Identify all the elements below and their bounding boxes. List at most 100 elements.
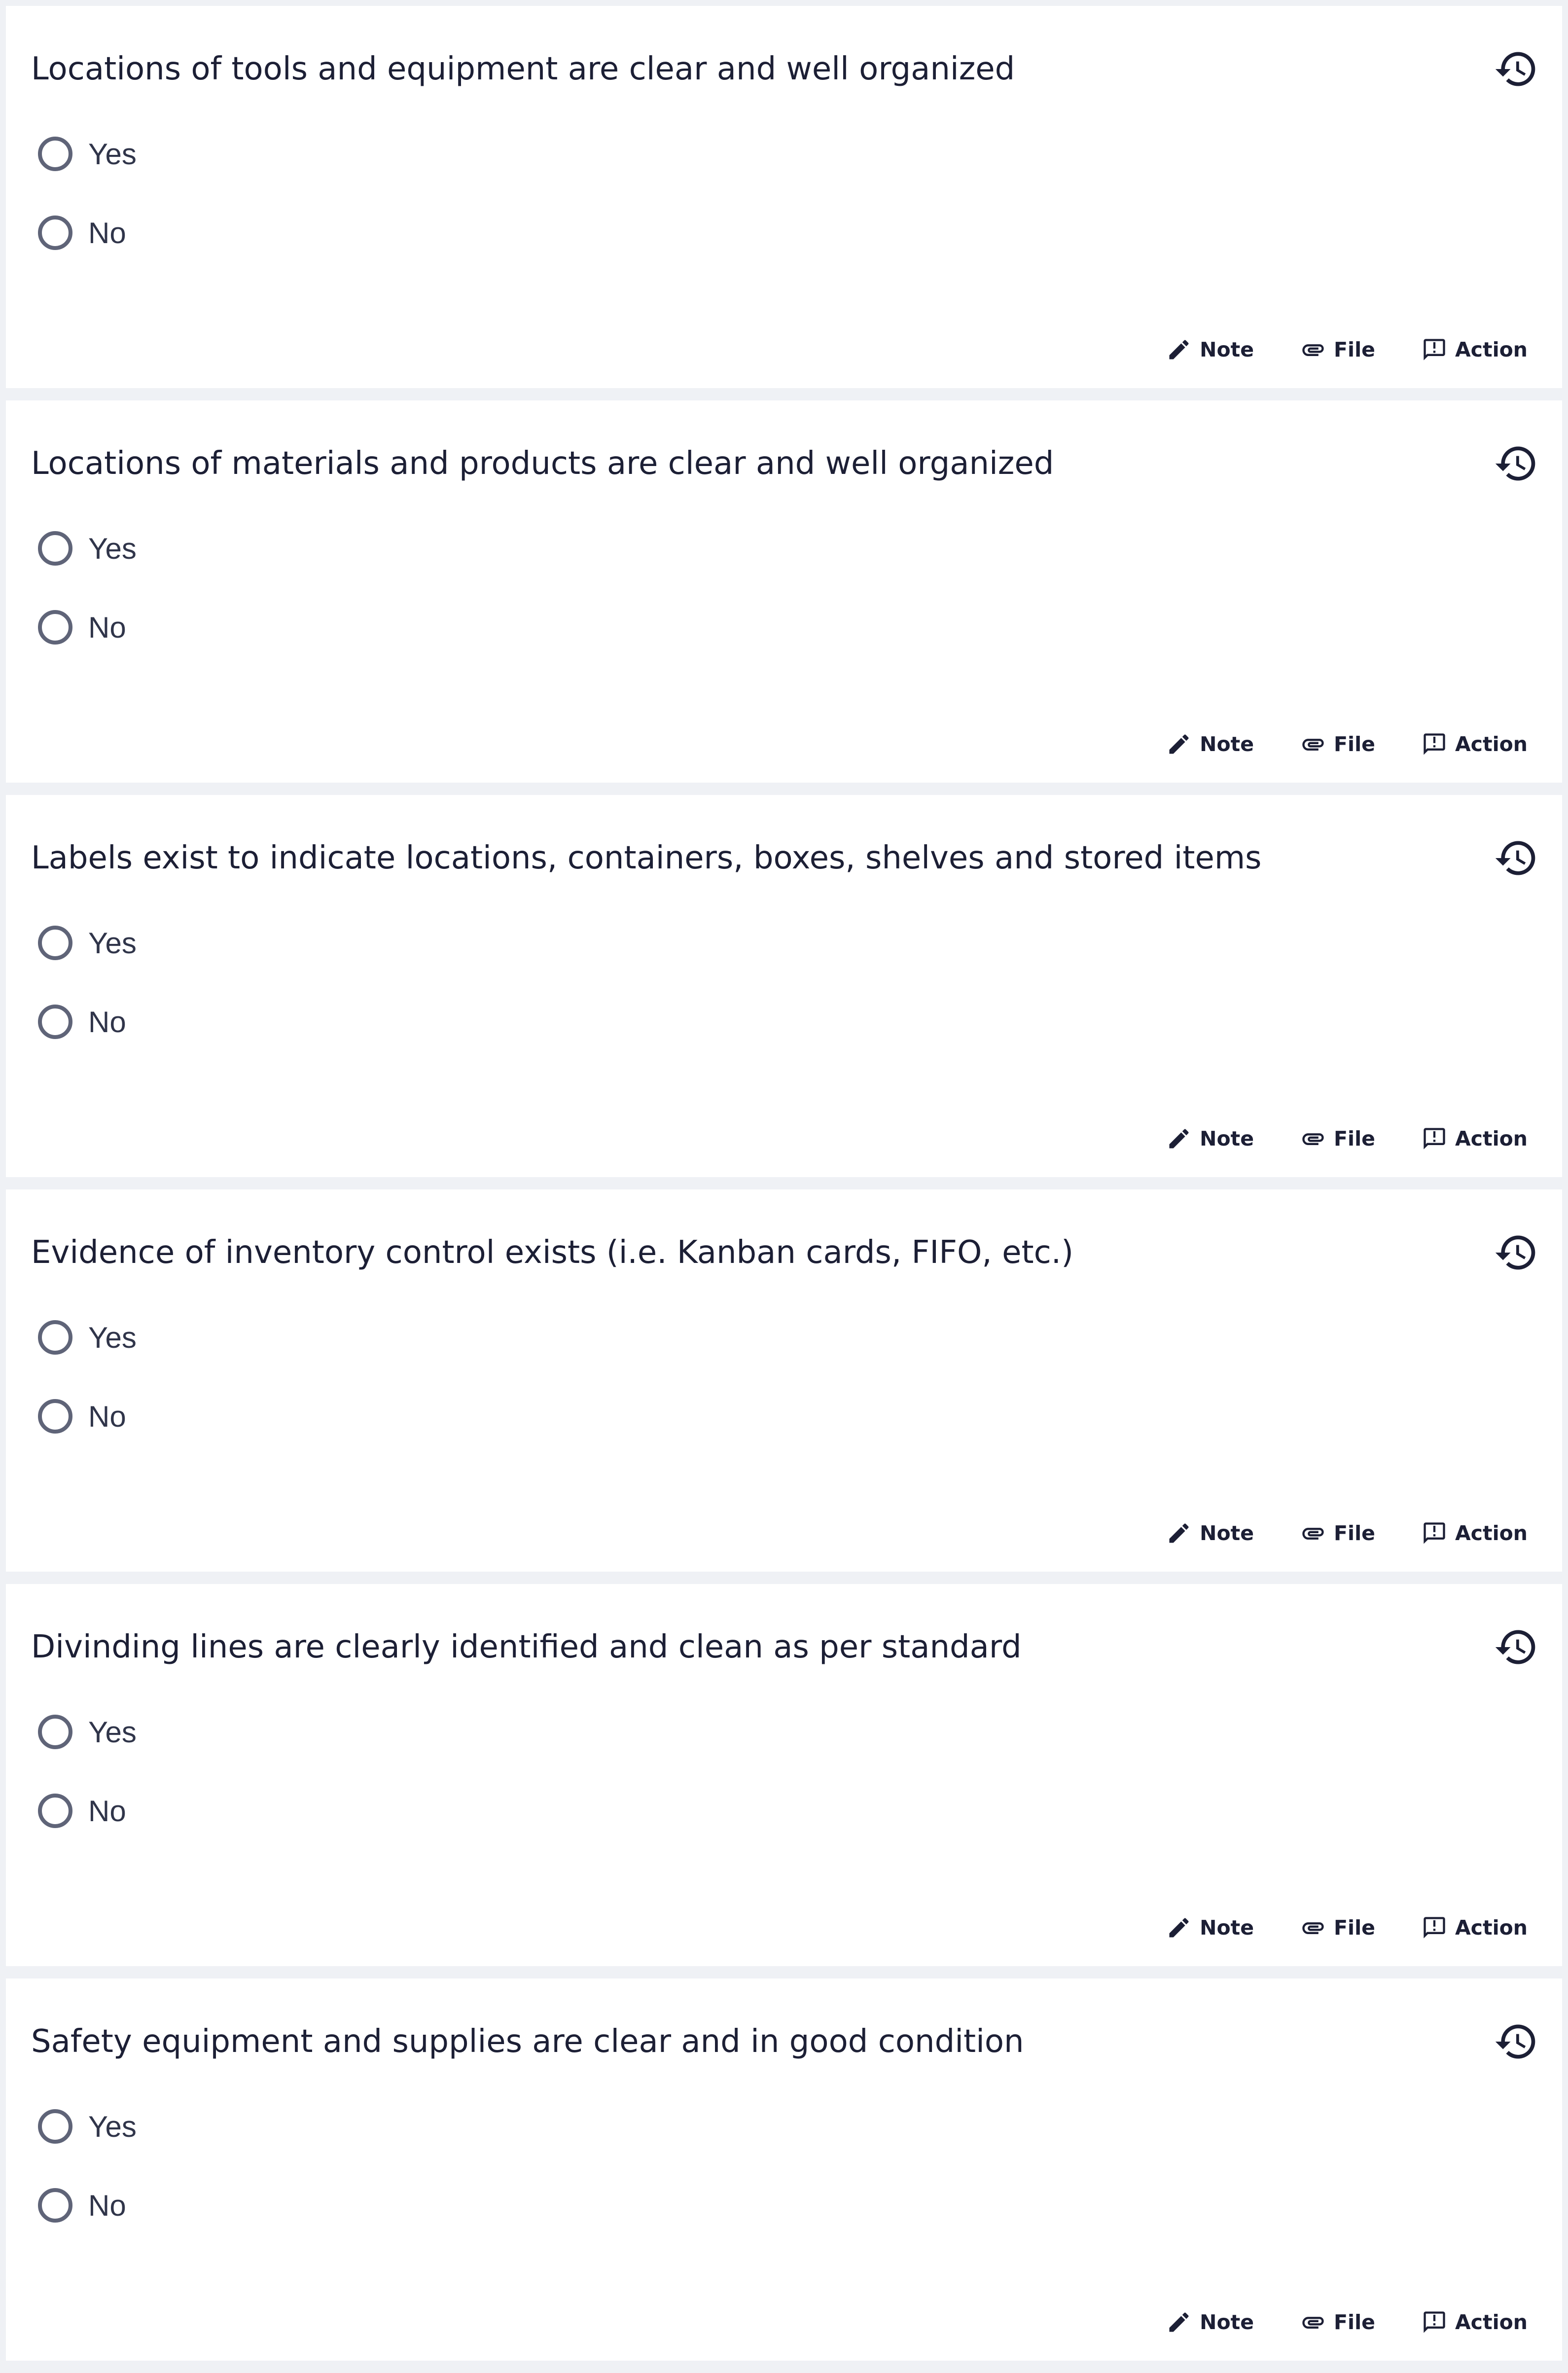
radio-button[interactable] (38, 137, 72, 171)
checklist: Locations of tools and equipment are cle… (6, 6, 1562, 2373)
radio-button[interactable] (38, 2188, 72, 2223)
option-label: No (88, 216, 126, 250)
option-label: Yes (88, 1715, 137, 1749)
option-yes[interactable]: Yes (38, 524, 137, 573)
action-button[interactable]: Action (1422, 1915, 1528, 1941)
feedback-icon (1424, 339, 1445, 360)
feedback-icon (1424, 2311, 1445, 2333)
option-yes[interactable]: Yes (38, 918, 137, 968)
file-button[interactable]: File (1300, 1915, 1375, 1941)
option-label: Yes (88, 137, 137, 171)
option-no[interactable]: No (38, 208, 126, 257)
history-icon (1495, 1630, 1535, 1664)
question-card: Locations of tools and equipment are cle… (6, 6, 1562, 388)
action-label: Action (1455, 1916, 1528, 1940)
note-button[interactable]: Note (1166, 2309, 1254, 2335)
option-no[interactable]: No (38, 603, 126, 652)
note-label: Note (1200, 1521, 1254, 1545)
action-label: Action (1455, 732, 1528, 756)
paperclip-icon (1302, 739, 1324, 751)
file-label: File (1334, 338, 1375, 361)
feedback-icon (1424, 1917, 1445, 1939)
note-label: Note (1200, 2310, 1254, 2334)
question-card: Labels exist to indicate locations, cont… (6, 795, 1562, 1177)
radio-button[interactable] (38, 2109, 72, 2144)
option-label: No (88, 1794, 126, 1828)
history-button[interactable] (1493, 2018, 1540, 2065)
feedback-icon (1424, 733, 1445, 755)
question-card: Locations of materials and products are … (6, 400, 1562, 783)
pencil-icon (1169, 340, 1189, 360)
card-actions: Note File Action (1166, 1906, 1528, 1950)
option-yes[interactable]: Yes (38, 129, 137, 179)
note-button[interactable]: Note (1166, 337, 1254, 362)
note-label: Note (1200, 1127, 1254, 1151)
radio-button[interactable] (38, 926, 72, 960)
file-button[interactable]: File (1300, 731, 1375, 757)
pencil-icon (1169, 1918, 1189, 1938)
option-label: No (88, 611, 126, 644)
file-button[interactable]: File (1300, 2309, 1375, 2335)
action-button[interactable]: Action (1422, 2309, 1528, 2335)
history-button[interactable] (1493, 1623, 1540, 1671)
file-button[interactable]: File (1300, 337, 1375, 362)
note-label: Note (1200, 338, 1254, 361)
option-label: Yes (88, 532, 137, 565)
action-button[interactable]: Action (1422, 1520, 1528, 1546)
pencil-icon (1169, 1523, 1189, 1543)
option-yes[interactable]: Yes (38, 2102, 137, 2151)
card-actions: Note File Action (1166, 1511, 1528, 1555)
history-button[interactable] (1493, 440, 1540, 487)
pencil-icon (1169, 1129, 1189, 1149)
file-label: File (1334, 1916, 1375, 1940)
option-yes[interactable]: Yes (38, 1313, 137, 1362)
radio-button[interactable] (38, 1005, 72, 1039)
radio-button[interactable] (38, 1399, 72, 1434)
history-icon (1495, 1235, 1535, 1270)
card-actions: Note File Action (1166, 2300, 1528, 2344)
question-card: Divinding lines are clearly identified a… (6, 1584, 1562, 1966)
file-button[interactable]: File (1300, 1520, 1375, 1546)
paperclip-icon (1302, 1922, 1324, 1934)
note-label: Note (1200, 1916, 1254, 1940)
option-yes[interactable]: Yes (38, 1707, 137, 1757)
note-button[interactable]: Note (1166, 1915, 1254, 1941)
option-label: Yes (88, 926, 137, 960)
note-button[interactable]: Note (1166, 731, 1254, 757)
feedback-icon (1424, 1522, 1445, 1544)
card-actions: Note File Action (1166, 722, 1528, 766)
question-text: Safety equipment and supplies are clear … (31, 2023, 1024, 2060)
radio-button[interactable] (38, 531, 72, 566)
radio-button[interactable] (38, 1320, 72, 1355)
radio-button[interactable] (38, 610, 72, 645)
action-label: Action (1455, 2310, 1528, 2334)
action-label: Action (1455, 1127, 1528, 1151)
radio-button[interactable] (38, 1794, 72, 1828)
action-button[interactable]: Action (1422, 337, 1528, 362)
note-button[interactable]: Note (1166, 1520, 1254, 1546)
question-text: Labels exist to indicate locations, cont… (31, 840, 1262, 876)
history-icon (1495, 2024, 1535, 2059)
file-button[interactable]: File (1300, 1126, 1375, 1151)
file-label: File (1334, 732, 1375, 756)
note-button[interactable]: Note (1166, 1126, 1254, 1151)
option-no[interactable]: No (38, 997, 126, 1046)
history-icon (1495, 841, 1535, 875)
option-no[interactable]: No (38, 1786, 126, 1835)
action-button[interactable]: Action (1422, 731, 1528, 757)
action-button[interactable]: Action (1422, 1126, 1528, 1151)
radio-button[interactable] (38, 1715, 72, 1749)
card-actions: Note File Action (1166, 327, 1528, 372)
option-no[interactable]: No (38, 1392, 126, 1441)
history-button[interactable] (1493, 45, 1540, 93)
action-label: Action (1455, 1521, 1528, 1545)
option-no[interactable]: No (38, 2181, 126, 2230)
pencil-icon (1169, 2312, 1189, 2332)
radio-button[interactable] (38, 216, 72, 250)
file-label: File (1334, 1521, 1375, 1545)
question-text: Evidence of inventory control exists (i.… (31, 1234, 1074, 1271)
history-button[interactable] (1493, 1229, 1540, 1276)
question-text: Locations of tools and equipment are cle… (31, 51, 1015, 87)
history-button[interactable] (1493, 834, 1540, 882)
paperclip-icon (1302, 1133, 1324, 1145)
